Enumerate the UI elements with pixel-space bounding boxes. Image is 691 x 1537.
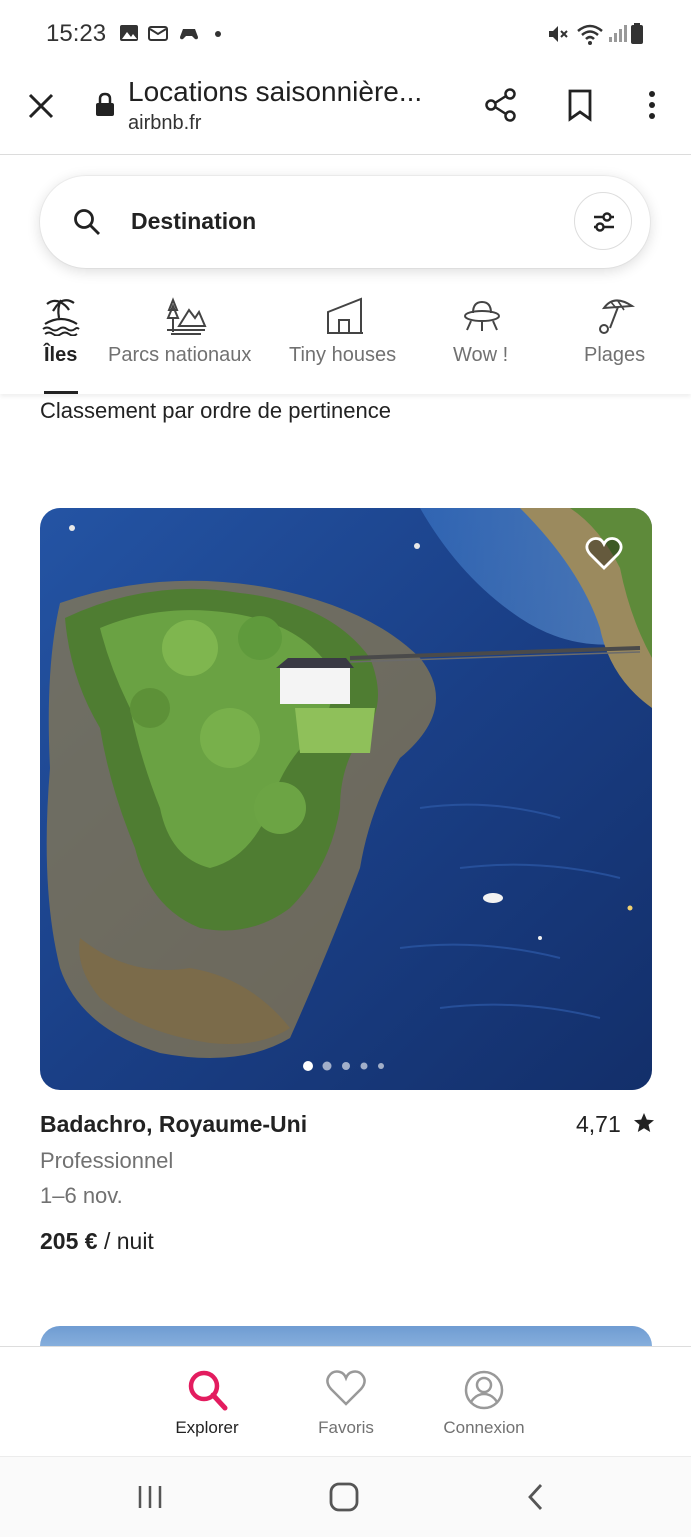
nav-label-connexion[interactable]: Connexion bbox=[424, 1418, 544, 1438]
heart-icon bbox=[326, 1370, 366, 1406]
nav-favoris[interactable] bbox=[286, 1368, 406, 1413]
category-label-iles[interactable]: Îles bbox=[44, 344, 77, 367]
search-destination-label[interactable]: Destination bbox=[131, 208, 256, 235]
status-time: 15:23 bbox=[46, 20, 107, 47]
nav-label-favoris[interactable]: Favoris bbox=[286, 1418, 406, 1438]
sort-order-text: Classement par ordre de pertinence bbox=[40, 398, 391, 423]
listing-host-type: Professionnel bbox=[40, 1148, 174, 1173]
listing-price: 205 € / nuit bbox=[40, 1228, 154, 1255]
gallery-icon bbox=[120, 25, 138, 41]
share-icon[interactable] bbox=[482, 86, 520, 124]
beach-umbrella-icon bbox=[599, 299, 635, 334]
photo-carousel-dots bbox=[302, 1059, 392, 1071]
category-icon-wrapper[interactable] bbox=[596, 296, 636, 341]
aerial-island-image bbox=[40, 508, 652, 1090]
close-icon[interactable] bbox=[26, 91, 56, 121]
category-icon-wrapper[interactable] bbox=[324, 296, 366, 341]
back-icon[interactable] bbox=[524, 1482, 548, 1512]
search-icon bbox=[74, 209, 100, 235]
nav-explorer[interactable] bbox=[147, 1368, 267, 1417]
recent-apps-icon[interactable] bbox=[136, 1483, 166, 1511]
game-controller-icon bbox=[180, 29, 198, 40]
category-icon-wrapper[interactable] bbox=[462, 296, 502, 341]
filters-button[interactable] bbox=[574, 192, 632, 250]
lock-icon bbox=[96, 92, 114, 116]
ufo-icon bbox=[464, 300, 500, 331]
wifi-icon bbox=[577, 24, 603, 45]
active-category-underline bbox=[44, 391, 78, 394]
wishlist-heart-icon[interactable] bbox=[584, 536, 624, 572]
listing-rating: 4,71 bbox=[576, 1111, 655, 1138]
signal-icon bbox=[609, 25, 627, 42]
nav-label-explorer[interactable]: Explorer bbox=[147, 1418, 267, 1438]
battery-icon bbox=[631, 23, 643, 44]
mail-icon bbox=[148, 26, 168, 41]
more-options-icon[interactable] bbox=[642, 88, 662, 122]
page-domain[interactable]: airbnb.fr bbox=[128, 112, 201, 135]
category-label-plages[interactable]: Plages bbox=[584, 344, 645, 367]
page-title[interactable]: Locations saisonnière... bbox=[128, 76, 422, 108]
price-amount: 205 € bbox=[40, 1228, 98, 1254]
category-icon-wrapper[interactable] bbox=[164, 296, 208, 341]
listing-dates: 1–6 nov. bbox=[40, 1183, 123, 1208]
listing-photo[interactable] bbox=[40, 508, 652, 1090]
category-label-wow[interactable]: Wow ! bbox=[453, 344, 508, 367]
rating-value: 4,71 bbox=[576, 1111, 621, 1137]
tiny-house-icon bbox=[327, 297, 363, 334]
price-unit: / nuit bbox=[103, 1228, 154, 1254]
listing-title[interactable]: Badachro, Royaume-Uni bbox=[40, 1111, 307, 1138]
category-icon-wrapper[interactable] bbox=[40, 296, 82, 341]
island-icon bbox=[42, 299, 80, 337]
category-label-tiny-houses[interactable]: Tiny houses bbox=[289, 344, 396, 367]
search-icon bbox=[188, 1370, 228, 1411]
mute-icon bbox=[549, 26, 568, 42]
user-circle-icon bbox=[464, 1370, 504, 1410]
bookmark-icon[interactable] bbox=[566, 88, 596, 122]
star-icon bbox=[634, 1113, 655, 1132]
filter-sliders-icon bbox=[594, 212, 614, 232]
national-park-icon bbox=[166, 297, 207, 335]
notification-dot-icon bbox=[215, 31, 221, 37]
category-label-parcs[interactable]: Parcs nationaux bbox=[108, 344, 251, 367]
nav-connexion[interactable] bbox=[424, 1368, 544, 1417]
home-icon[interactable] bbox=[328, 1481, 360, 1513]
